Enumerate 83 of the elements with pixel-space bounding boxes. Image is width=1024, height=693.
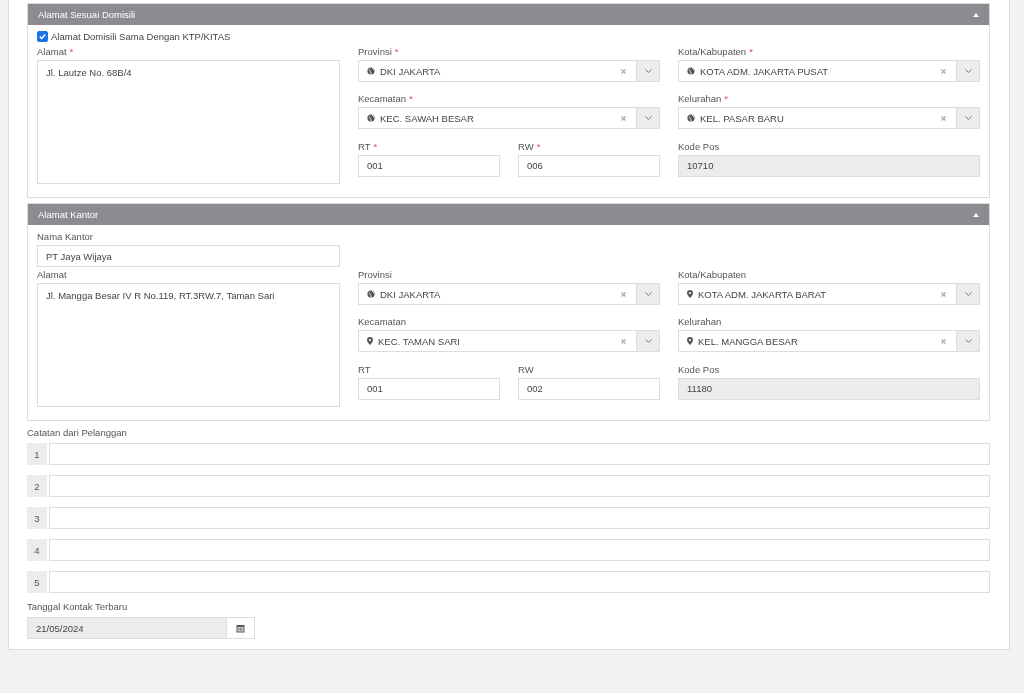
field-label: Provinsi	[358, 46, 392, 57]
row-number: 5	[27, 571, 47, 593]
field-label: Kode Pos	[678, 363, 720, 375]
globe-icon	[687, 67, 695, 75]
note-field[interactable]	[49, 507, 990, 529]
panel-title: Alamat Kantor	[38, 209, 99, 220]
chevron-down-icon[interactable]	[644, 292, 652, 296]
globe-icon	[367, 290, 375, 298]
field-label: RT	[358, 363, 371, 375]
readonly-field: 11180	[678, 377, 980, 400]
text-field[interactable]: 006	[518, 154, 660, 177]
field-label: Kota/Kabupaten	[678, 46, 747, 57]
globe-icon	[687, 114, 695, 123]
select-field[interactable]: KOTA ADM. JAKARTA PUSAT	[678, 60, 980, 82]
field-label: RW	[518, 363, 534, 375]
chevron-down-icon[interactable]	[964, 339, 972, 344]
required-asterisk: *	[394, 46, 399, 57]
clear-icon[interactable]	[621, 338, 626, 344]
required-asterisk: *	[749, 46, 753, 57]
required-asterisk: *	[409, 93, 413, 105]
note-field[interactable]	[49, 571, 990, 593]
select-field[interactable]: KEL. PASAR BARU	[678, 107, 980, 130]
chevron-down-icon[interactable]	[964, 292, 972, 296]
chevron-down-icon[interactable]	[644, 339, 652, 344]
select-field[interactable]: KEC. TAMAN SARI	[358, 330, 660, 353]
caret-up-icon[interactable]	[973, 212, 979, 217]
field-label: Alamat	[37, 46, 67, 57]
field-label: Kelurahan	[678, 93, 722, 105]
text-field[interactable]: 001	[358, 377, 500, 400]
required-asterisk: *	[724, 93, 728, 105]
field-label: Kode Pos	[678, 140, 720, 152]
date-label: Tanggal Kontak Terbaru	[27, 601, 129, 612]
clear-icon[interactable]	[941, 338, 946, 344]
caret-up-icon[interactable]	[973, 12, 979, 17]
field-label: Nama Kantor	[37, 231, 93, 242]
notes-label: Catatan dari Pelanggan	[27, 427, 128, 438]
map-pin-icon	[687, 337, 693, 346]
row-number: 2	[27, 475, 47, 497]
clear-icon[interactable]	[621, 68, 626, 74]
field-label: Alamat	[37, 269, 67, 280]
globe-icon	[367, 114, 375, 123]
text-field[interactable]: 001	[358, 154, 500, 177]
field-label: Kecamatan	[358, 316, 407, 328]
row-number: 4	[27, 539, 47, 561]
field-label: Kota/Kabupaten	[678, 269, 747, 280]
field-label: Kecamatan	[358, 93, 407, 105]
required-asterisk: *	[69, 46, 74, 57]
row-number: 1	[27, 443, 47, 465]
note-field[interactable]	[49, 475, 990, 497]
select-field[interactable]: KOTA ADM. JAKARTA BARAT	[678, 283, 980, 305]
select-field[interactable]: DKI JAKARTA	[358, 60, 660, 82]
row-number: 3	[27, 507, 47, 529]
chevron-down-icon[interactable]	[644, 69, 652, 73]
clear-icon[interactable]	[621, 291, 626, 297]
required-asterisk: *	[373, 140, 378, 152]
note-field[interactable]	[49, 539, 990, 561]
panel-title: Alamat Sesuai Domisili	[38, 9, 136, 20]
text-field[interactable]: 002	[518, 377, 660, 400]
select-field[interactable]: KEL. MANGGA BESAR	[678, 330, 980, 353]
globe-icon	[367, 67, 375, 75]
chevron-down-icon[interactable]	[644, 116, 652, 121]
clear-icon[interactable]	[941, 68, 946, 74]
select-field[interactable]: DKI JAKARTA	[358, 283, 660, 305]
checkbox-label: Alamat Domisili Sama Dengan KTP/KITAS	[51, 31, 231, 42]
field-label: RW	[518, 140, 534, 152]
field-label: RT	[358, 140, 371, 152]
note-field[interactable]	[49, 443, 990, 465]
map-pin-icon	[367, 337, 373, 346]
checkbox[interactable]	[37, 31, 48, 42]
clear-icon[interactable]	[621, 115, 626, 121]
text-field[interactable]: PT Jaya Wijaya	[37, 245, 340, 267]
field-label: Provinsi	[358, 269, 392, 280]
address-textarea[interactable]: Jl. Lautze No. 68B/4	[37, 60, 340, 184]
required-asterisk: *	[536, 140, 541, 152]
clear-icon[interactable]	[941, 291, 946, 297]
address-textarea[interactable]: Jl. Mangga Besar IV R No.119, RT.3RW.7, Taman Sari	[37, 283, 340, 407]
select-field[interactable]: KEC. SAWAH BESAR	[358, 107, 660, 130]
chevron-down-icon[interactable]	[964, 116, 972, 121]
map-pin-icon	[687, 290, 693, 298]
clear-icon[interactable]	[941, 115, 946, 121]
readonly-field: 10710	[678, 154, 980, 177]
field-label: Kelurahan	[678, 316, 722, 328]
chevron-down-icon[interactable]	[964, 69, 972, 73]
